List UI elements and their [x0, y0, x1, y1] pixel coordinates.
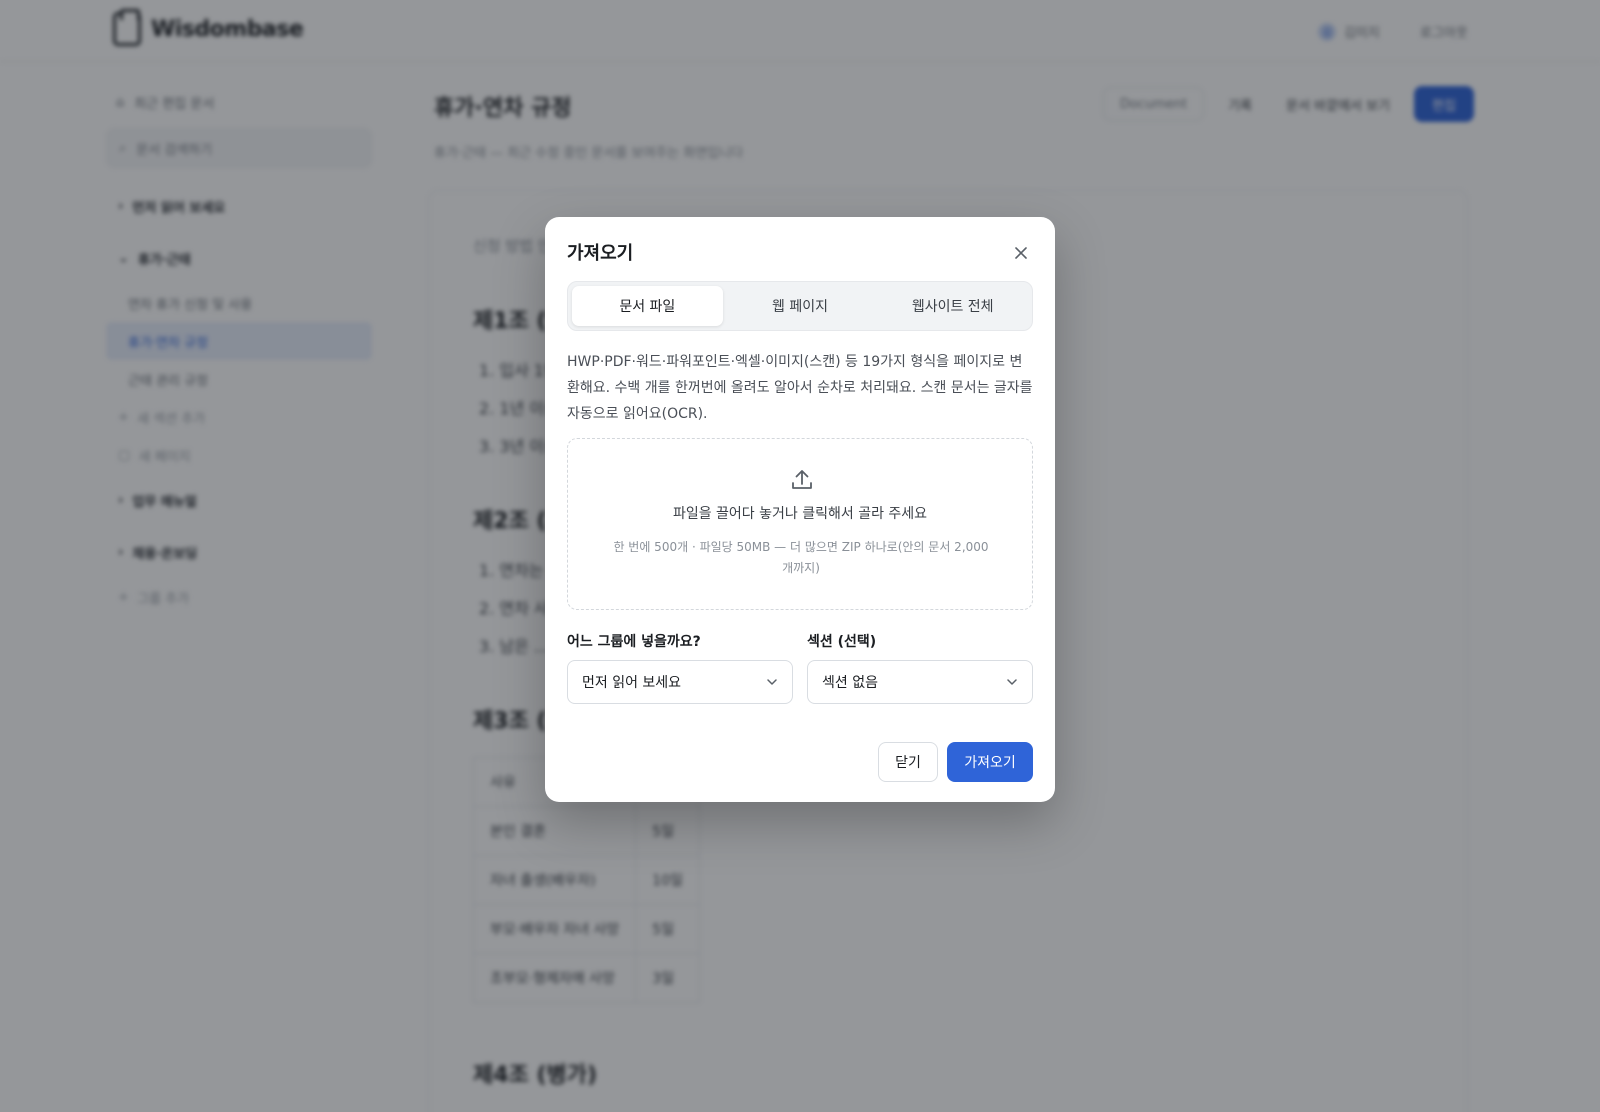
group-field-label: 어느 그룹에 넣을까요?: [567, 634, 701, 650]
close-button[interactable]: 닫기: [878, 742, 938, 782]
upload-icon: [792, 470, 812, 489]
tab-web-page[interactable]: 웹 페이지: [725, 286, 876, 326]
chevron-down-icon: [1007, 679, 1017, 685]
group-select[interactable]: 먼저 읽어 보세요: [567, 660, 793, 704]
dropzone-hint: 한 번에 500개 · 파일당 50MB — 더 많으면 ZIP 하나로(안의 …: [613, 540, 989, 575]
group-select-value: 먼저 읽어 보세요: [582, 675, 682, 691]
section-select-value: 섹션 없음: [822, 675, 878, 691]
import-type-tabs: 문서 파일 웹 페이지 웹사이트 전체: [567, 281, 1033, 331]
file-dropzone[interactable]: 파일을 끌어다 놓거나 클릭해서 골라 주세요 한 번에 500개 · 파일당 …: [567, 438, 1033, 610]
section-select[interactable]: 섹션 없음: [807, 660, 1033, 704]
tab-document-file[interactable]: 문서 파일: [572, 286, 723, 326]
dropzone-title: 파일을 끌어다 놓거나 클릭해서 골라 주세요: [672, 506, 928, 522]
import-button[interactable]: 가져오기: [947, 742, 1033, 782]
section-field-label: 섹션 (선택): [807, 634, 877, 650]
dialog-title: 가져오기: [567, 243, 634, 264]
close-icon[interactable]: [1007, 239, 1035, 267]
tab-whole-website[interactable]: 웹사이트 전체: [877, 286, 1028, 326]
chevron-down-icon: [767, 679, 777, 685]
import-dialog: 가져오기 문서 파일 웹 페이지 웹사이트 전체 HWP·PDF·워드·파워포인…: [545, 217, 1055, 802]
import-description: HWP·PDF·워드·파워포인트·엑셀·이미지(스캔) 등 19가지 형식을 페…: [567, 354, 1033, 422]
